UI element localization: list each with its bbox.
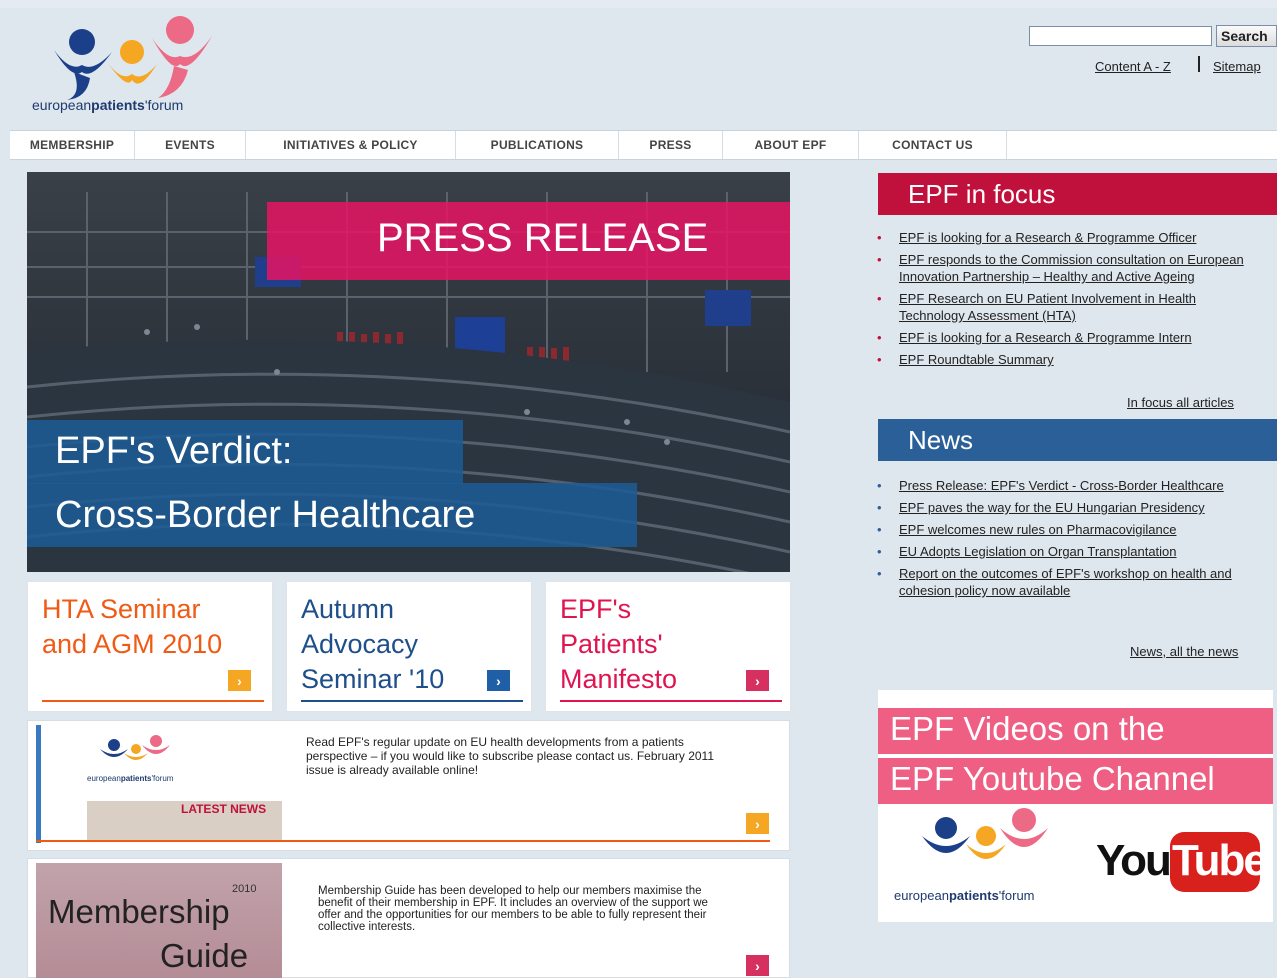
promo-underline (42, 700, 264, 702)
membership-text: Membership Guide has been developed to h… (318, 885, 708, 933)
focus-list: EPF is looking for a Research & Programm… (877, 229, 1262, 373)
news-link[interactable]: EU Adopts Legislation on Organ Transplan… (899, 544, 1177, 559)
news-link[interactable]: EPF welcomes new rules on Pharmacovigila… (899, 522, 1176, 537)
arrow-right-icon[interactable]: › (746, 813, 769, 834)
epf-logo-icon (54, 16, 212, 100)
list-item: EU Adopts Legislation on Organ Transplan… (877, 543, 1262, 560)
content-a-z-link[interactable]: Content A - Z (1095, 59, 1171, 74)
focus-link[interactable]: EPF responds to the Commission consultat… (899, 252, 1244, 284)
video-logo-text: europeanpatients'forum (894, 888, 1035, 903)
top-strip (0, 0, 1277, 8)
list-item: EPF Research on EU Patient Involvement i… (877, 290, 1262, 324)
video-line-1: EPF Videos on the (890, 710, 1165, 747)
newsletter-thumbnail[interactable]: europeanpatients'forum LATEST NEWS (36, 725, 282, 843)
youtube-promo[interactable]: EPF Videos on the EPF Youtube Channel eu… (878, 690, 1273, 922)
promo-hta-seminar[interactable]: HTA Seminar and AGM 2010 › (27, 581, 273, 712)
promo-patients-manifesto[interactable]: EPF's Patients' Manifesto › (545, 581, 791, 712)
promo-title: EPF's Patients' Manifesto (560, 594, 678, 694)
focus-title: EPF in focus (908, 179, 1056, 209)
list-item: EPF responds to the Commission consultat… (877, 251, 1262, 285)
news-link[interactable]: Report on the outcomes of EPF's workshop… (899, 566, 1232, 598)
thumb-year: 2010 (232, 883, 257, 895)
news-header: News (878, 419, 1277, 461)
hero-headline-1: EPF's Verdict: (55, 430, 293, 472)
video-line-2: EPF Youtube Channel (890, 760, 1215, 797)
youtube-logo-you: You (1096, 836, 1172, 885)
focus-header: EPF in focus (878, 173, 1277, 215)
latest-news-label: LATEST NEWS (181, 802, 267, 816)
nav-about-epf[interactable]: ABOUT EPF (723, 131, 859, 159)
membership-panel: 2010 Membership Guide Membership Guide h… (27, 858, 790, 978)
focus-link[interactable]: EPF is looking for a Research & Programm… (899, 330, 1192, 345)
news-link[interactable]: EPF paves the way for the EU Hungarian P… (899, 500, 1205, 515)
list-item: EPF welcomes new rules on Pharmacovigila… (877, 521, 1262, 538)
news-more-link[interactable]: News, all the news (1130, 644, 1238, 659)
util-separator (1198, 56, 1200, 72)
list-item: Report on the outcomes of EPF's workshop… (877, 565, 1262, 599)
logo-wordmark: europeanpatients'forum (32, 97, 184, 113)
thumb-title-2: Guide (160, 937, 249, 974)
arrow-right-icon[interactable]: › (746, 670, 769, 691)
news-title: News (908, 425, 974, 455)
promo-underline (301, 700, 523, 702)
nav-membership[interactable]: MEMBERSHIP (10, 131, 135, 159)
promo-autumn-advocacy[interactable]: Autumn Advocacy Seminar '10 › (286, 581, 532, 712)
nav-contact-us[interactable]: CONTACT US (859, 131, 1007, 159)
promo-title: Autumn Advocacy Seminar '10 (301, 594, 445, 694)
focus-link[interactable]: EPF Roundtable Summary (899, 352, 1054, 367)
list-item: EPF is looking for a Research & Programm… (877, 229, 1262, 246)
news-link[interactable]: Press Release: EPF's Verdict - Cross-Bor… (899, 478, 1224, 493)
membership-thumbnail[interactable]: 2010 Membership Guide (36, 863, 282, 978)
list-item: EPF paves the way for the EU Hungarian P… (877, 499, 1262, 516)
news-list: Press Release: EPF's Verdict - Cross-Bor… (877, 477, 1262, 604)
focus-link[interactable]: EPF Research on EU Patient Involvement i… (899, 291, 1196, 323)
promo-underline (560, 700, 782, 702)
epf-logo-icon (922, 808, 1048, 859)
newsletter-panel: europeanpatients'forum LATEST NEWS Read … (27, 720, 790, 851)
sitemap-link[interactable]: Sitemap (1213, 59, 1261, 74)
list-item: EPF is looking for a Research & Programm… (877, 329, 1262, 346)
thumb-title-1: Membership (48, 893, 230, 930)
list-item: Press Release: EPF's Verdict - Cross-Bor… (877, 477, 1262, 494)
search-input[interactable] (1029, 26, 1212, 46)
press-release-label: PRESS RELEASE (377, 216, 709, 260)
promo-title: HTA Seminar and AGM 2010 (42, 594, 223, 659)
panel-underline (36, 840, 770, 842)
nav-initiatives-policy[interactable]: INITIATIVES & POLICY (246, 131, 456, 159)
nav-events[interactable]: EVENTS (135, 131, 246, 159)
focus-more-link[interactable]: In focus all articles (1127, 395, 1234, 410)
main-nav: MEMBERSHIP EVENTS INITIATIVES & POLICY P… (10, 130, 1277, 160)
youtube-logo-tube: Tube (1172, 836, 1268, 885)
hero-banner[interactable]: PRESS RELEASE EPF's Verdict: Cross-Borde… (27, 172, 790, 572)
arrow-right-icon[interactable]: › (746, 955, 769, 976)
focus-link[interactable]: EPF is looking for a Research & Programm… (899, 230, 1196, 245)
search-button[interactable]: Search (1216, 25, 1277, 47)
epf-logo-small-icon (100, 735, 170, 760)
arrow-right-icon[interactable]: › (228, 670, 251, 691)
nav-press[interactable]: PRESS (619, 131, 723, 159)
arrow-right-icon[interactable]: › (487, 670, 510, 691)
thumb-logo-text: europeanpatients'forum (87, 774, 174, 783)
hero-headline-2: Cross-Border Healthcare (55, 494, 476, 536)
newsletter-text: Read EPF's regular update on EU health d… (306, 735, 714, 777)
list-item: EPF Roundtable Summary (877, 351, 1262, 368)
nav-publications[interactable]: PUBLICATIONS (456, 131, 619, 159)
